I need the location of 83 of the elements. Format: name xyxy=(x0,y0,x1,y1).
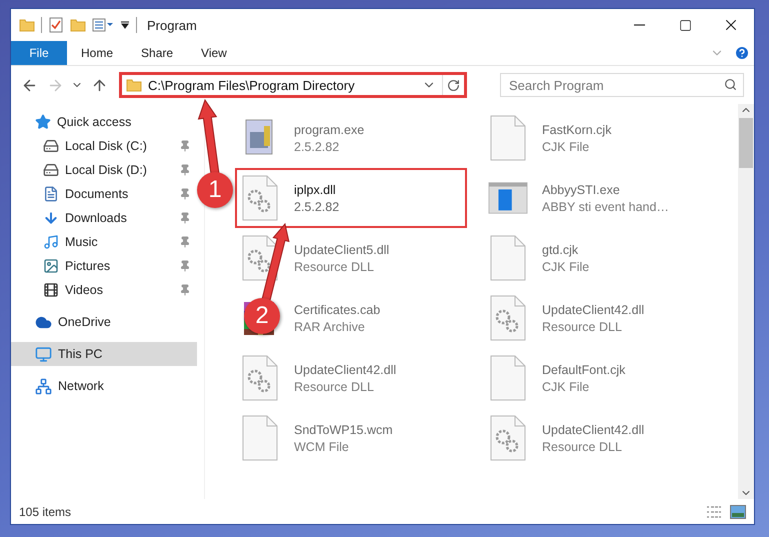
file-detail: 2.5.2.82 xyxy=(294,140,340,154)
file-name[interactable]: SndToWP15.wcm xyxy=(294,422,393,436)
caret-icon[interactable] xyxy=(120,20,130,30)
sidebar-item[interactable]: This PC xyxy=(11,342,197,366)
settings-file-icon xyxy=(242,175,278,221)
pin-icon[interactable] xyxy=(179,140,191,152)
sidebar-item[interactable]: Local Disk (D:) xyxy=(11,158,197,182)
network-icon xyxy=(35,378,52,394)
ribbon-tab[interactable]: View xyxy=(187,41,241,65)
file-name[interactable]: UpdateClient5.dll xyxy=(294,242,390,256)
file-detail: Resource DLL xyxy=(542,320,623,334)
file-detail: RAR Archive xyxy=(294,320,366,334)
document-icon xyxy=(242,415,278,461)
sidebar-item[interactable]: Local Disk (C:) xyxy=(11,134,197,158)
file-detail: WCM File xyxy=(294,440,350,454)
star-icon xyxy=(35,114,51,130)
document-icon xyxy=(490,235,526,281)
folder-icon[interactable] xyxy=(126,77,142,93)
file-name[interactable]: UpdateClient42.dll xyxy=(542,302,644,316)
music-note-icon xyxy=(43,234,59,250)
drive-icon xyxy=(43,162,59,178)
help-icon[interactable] xyxy=(734,45,750,61)
film-icon xyxy=(43,282,59,298)
file-name[interactable]: UpdateClient42.dll xyxy=(542,422,644,436)
scrollbar[interactable] xyxy=(738,104,754,499)
file-detail: Resource DLL xyxy=(294,380,375,394)
settings-file-icon xyxy=(490,415,526,461)
picture-icon xyxy=(43,258,59,274)
file-detail: CJK File xyxy=(542,380,590,394)
file-name[interactable]: iplpx.dll xyxy=(294,182,340,196)
maximize-icon xyxy=(678,18,692,32)
checklist-icon[interactable] xyxy=(48,17,64,33)
sidebar-item[interactable]: Music xyxy=(11,230,197,254)
pin-icon[interactable] xyxy=(179,260,191,272)
sidebar-item[interactable]: Downloads xyxy=(11,206,197,230)
file-detail: 2.5.2.82 xyxy=(294,200,340,214)
settings-file-icon xyxy=(242,355,278,401)
file-name[interactable]: program.exe xyxy=(294,122,364,136)
file-menu-button[interactable]: File xyxy=(11,41,67,65)
search-icon[interactable] xyxy=(724,78,737,91)
minimize-icon xyxy=(634,24,644,26)
monitor-icon xyxy=(35,346,52,362)
file-name[interactable]: Certificates.cab xyxy=(294,302,380,316)
ribbon-tab[interactable]: Home xyxy=(67,41,128,65)
window-title: Program xyxy=(147,18,197,32)
document-icon xyxy=(490,115,526,161)
file-detail: CJK File xyxy=(542,260,590,274)
large-icons-view-icon[interactable] xyxy=(730,504,746,518)
details-view-icon[interactable] xyxy=(706,504,722,518)
pin-icon[interactable] xyxy=(179,164,191,176)
refresh-icon xyxy=(447,78,460,92)
file-name[interactable]: FastKorn.cjk xyxy=(542,122,612,136)
file-detail: Resource DLL xyxy=(294,260,375,274)
file-detail: Resource DLL xyxy=(542,440,623,454)
settings-file-icon xyxy=(490,295,526,341)
address-field[interactable]: C:\Program Files\Program Directory xyxy=(119,72,467,98)
folder-icon[interactable] xyxy=(19,17,35,33)
document-icon xyxy=(43,186,59,202)
properties-icon[interactable] xyxy=(92,17,114,33)
search-field[interactable]: Search Program xyxy=(500,73,744,97)
file-name[interactable]: AbbyySTI.exe xyxy=(542,182,669,196)
file-detail: CJK File xyxy=(542,140,590,154)
scroll-thumb[interactable] xyxy=(739,118,753,168)
file-detail: ABBY sti event hand… xyxy=(542,200,669,214)
new-folder-icon[interactable] xyxy=(70,17,86,33)
sidebar-item[interactable]: Videos xyxy=(11,278,197,302)
sidebar-item[interactable]: Pictures xyxy=(11,254,197,278)
ribbon-tab[interactable]: Share xyxy=(127,41,188,65)
sidebar-item[interactable]: Documents xyxy=(11,182,197,206)
sidebar-item[interactable]: Quick access xyxy=(11,110,197,134)
window-icon xyxy=(488,181,528,215)
pin-icon[interactable] xyxy=(179,212,191,224)
drive-icon xyxy=(43,138,59,154)
file-name[interactable]: UpdateClient42.dll xyxy=(294,362,396,376)
pin-icon[interactable] xyxy=(179,236,191,248)
item-count: 105 items xyxy=(19,504,72,518)
file-name[interactable]: gtd.cjk xyxy=(542,242,590,256)
sidebar-item[interactable]: Network xyxy=(11,374,197,398)
pin-icon[interactable] xyxy=(179,284,191,296)
document-icon xyxy=(490,355,526,401)
sidebar-item[interactable]: OneDrive xyxy=(11,310,197,334)
pin-icon[interactable] xyxy=(179,188,191,200)
file-name[interactable]: DefaultFont.cjk xyxy=(542,362,626,376)
